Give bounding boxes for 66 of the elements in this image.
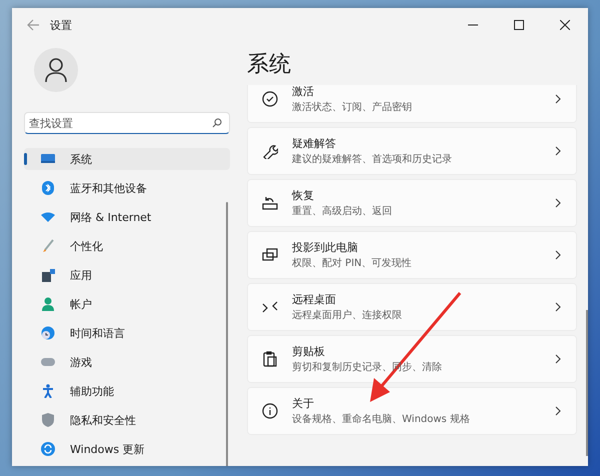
scrollbar[interactable] [586,310,588,456]
wifi-icon [41,212,55,222]
remote-arrows-icon [262,299,278,315]
nav-item[interactable]: 游戏 [24,351,230,373]
chevron-right-icon [554,302,562,312]
monitor-icon [40,153,56,165]
settings-card[interactable]: 激活 激活状态、订阅、产品密钥 [247,85,577,123]
wrench-icon [262,143,278,159]
back-arrow-icon[interactable] [26,18,40,32]
chevron-right-icon [554,250,562,260]
settings-card[interactable]: 疑难解答 建议的疑难解答、首选项和历史记录 [247,127,577,175]
close-icon [560,20,570,30]
chevron-right-icon [554,198,562,208]
info-icon [262,403,278,419]
update-icon [41,442,55,456]
accessibility-icon [42,384,54,398]
nav-item[interactable]: 应用 [24,264,230,286]
settings-card[interactable]: 关于 设备规格、重命名电脑、Windows 规格 [247,387,577,435]
search-icon [212,118,222,128]
chevron-right-icon [554,146,562,156]
settings-card[interactable]: 恢复 重置、高级启动、返回 [247,179,577,227]
card-title: 关于 [292,396,315,411]
check-circle-icon [262,91,278,107]
settings-card[interactable]: 远程桌面 远程桌面用户、连接权限 [247,283,577,331]
person-icon [42,297,54,311]
apps-icon [42,268,54,282]
chevron-right-icon [554,94,562,104]
nav-item[interactable]: 系统 [24,148,230,170]
chevron-right-icon [554,406,562,416]
settings-card[interactable]: 投影到此电脑 权限、配对 PIN、可发现性 [247,231,577,279]
nav-item[interactable]: Windows 更新 [24,438,230,460]
card-description: 激活状态、订阅、产品密钥 [292,100,413,114]
globe-clock-icon [41,326,55,340]
nav-item[interactable]: 隐私和安全性 [24,409,230,431]
nav-item[interactable]: 蓝牙和其他设备 [24,177,230,199]
clipboard-icon [262,351,278,367]
gamepad-icon [41,357,55,367]
avatar[interactable] [34,48,78,92]
card-title: 疑难解答 [292,136,337,151]
nav-item[interactable]: 时间和语言 [24,322,230,344]
scrollbar[interactable] [226,202,228,466]
card-description: 权限、配对 PIN、可发现性 [292,256,413,270]
chevron-right-icon [554,354,562,364]
card-description: 重置、高级启动、返回 [292,204,393,218]
card-title: 恢复 [292,188,315,203]
maximize-icon [514,20,524,30]
page-title: 系统 [247,51,292,79]
card-description: 远程桌面用户、连接权限 [292,308,403,322]
window-title: 设置 [50,18,72,32]
bluetooth-icon [42,181,54,195]
search-field[interactable]: 查找设置 [24,112,230,134]
recovery-icon [262,195,278,211]
card-title: 剪贴板 [292,344,326,359]
card-title: 远程桌面 [292,292,337,307]
screens-icon [262,247,278,263]
nav-item[interactable]: 个性化 [24,235,230,257]
shield-icon [42,413,54,427]
card-description: 建议的疑难解答、首选项和历史记录 [292,152,453,166]
person-icon [45,58,67,82]
nav-item[interactable]: 辅助功能 [24,380,230,402]
card-title: 激活 [292,85,315,99]
card-description: 设备规格、重命名电脑、Windows 规格 [292,412,471,426]
brush-icon [42,239,54,253]
nav-item[interactable]: 帐户 [24,293,230,315]
card-title: 投影到此电脑 [292,240,359,255]
nav-item[interactable]: 网络 & Internet [24,206,230,228]
